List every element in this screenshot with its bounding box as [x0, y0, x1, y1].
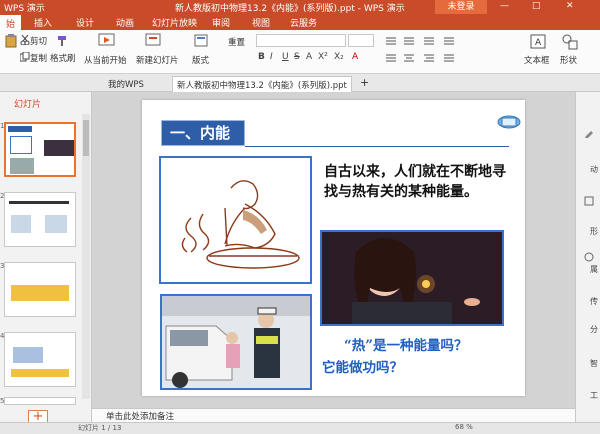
font-name-field[interactable]: [256, 34, 346, 47]
tab-slideshow[interactable]: 幻灯片放映: [152, 16, 197, 29]
bold-button[interactable]: B: [258, 52, 265, 62]
question-line-2: 它能做功吗？: [322, 360, 403, 376]
tab-my-wps[interactable]: 我的WPS: [104, 76, 148, 92]
superscript-button[interactable]: X²: [318, 52, 328, 62]
caveman-fire-image: [159, 156, 312, 284]
window-title: 新人教版初中物理13.2《内能》(系列版).ppt - WPS 演示: [175, 4, 405, 14]
slide-thumbnail-4[interactable]: [4, 332, 76, 387]
layout-button[interactable]: 版式: [192, 54, 209, 66]
thumbnail-scrollbar[interactable]: [82, 114, 90, 399]
smart-panel-label[interactable]: 智: [590, 358, 598, 369]
subscript-button[interactable]: X₂: [334, 52, 344, 62]
shape-panel-label[interactable]: 形: [590, 226, 598, 237]
tools-panel-label[interactable]: 工: [590, 390, 598, 401]
underline-button[interactable]: U: [282, 52, 289, 62]
italic-button[interactable]: I: [270, 52, 273, 62]
caveman-drawing: [181, 180, 300, 269]
slide-editor-canvas: 一、内能 自古以来，人们就在不断地寻找与热有关的某种能量。 “热”是一种能量吗？…: [92, 92, 575, 408]
share-panel-label[interactable]: 分: [590, 324, 598, 335]
title-bar: WPS 演示 新人教版初中物理13.2《内能》(系列版).ppt - WPS 演…: [0, 0, 600, 14]
textbox-button[interactable]: 文本框: [524, 54, 550, 66]
status-bar: 幻灯片 1 / 13 68 %: [0, 422, 600, 434]
tab-animation[interactable]: 动画: [116, 16, 134, 29]
maximize-button[interactable]: □: [532, 1, 541, 11]
edit-icon[interactable]: [584, 128, 594, 138]
font-color-button[interactable]: A: [352, 52, 358, 62]
slide[interactable]: 一、内能 自古以来，人们就在不断地寻找与热有关的某种能量。 “热”是一种能量吗？…: [142, 100, 525, 396]
format-painter-icon[interactable]: [56, 35, 68, 47]
question-line-1: “热”是一种能量吗？: [344, 338, 468, 354]
slide-counter: 幻灯片 1 / 13: [78, 424, 122, 432]
notes-pane[interactable]: 单击此处添加备注: [92, 408, 575, 422]
slide-body-text[interactable]: 自古以来，人们就在不断地寻找与热有关的某种能量。: [324, 162, 514, 202]
from-current-button[interactable]: 从当前开始: [84, 54, 127, 66]
property-panel-icon[interactable]: [584, 252, 594, 262]
font-effect-button[interactable]: A: [306, 52, 312, 62]
ribbon-toolbar: 剪切 复制 格式刷 从当前开始 新建幻灯片 版式 重置 B I U S A X²…: [0, 30, 600, 74]
textbox-icon[interactable]: A: [530, 34, 546, 50]
tab-view[interactable]: 视图: [252, 16, 270, 29]
slide-thumbnail-3[interactable]: [4, 262, 76, 317]
zoom-level[interactable]: 68 %: [455, 423, 473, 431]
font-size-field[interactable]: [348, 34, 374, 47]
format-painter-button[interactable]: 格式刷: [50, 52, 76, 64]
tab-design[interactable]: 设计: [76, 16, 94, 29]
logo-icon: [497, 115, 521, 129]
slide-thumbnail-2[interactable]: [4, 192, 76, 247]
strikethrough-button[interactable]: S: [294, 52, 300, 62]
menu-bar: 始 插入 设计 动画 幻灯片放映 审阅 视图 云服务: [0, 14, 600, 30]
right-task-panel: 动 形 属 传 分 智 工: [575, 92, 600, 422]
new-tab-button[interactable]: +: [356, 76, 373, 92]
slide-thumbnail-5[interactable]: [4, 397, 76, 405]
slides-tab-label[interactable]: 幻灯片: [14, 97, 41, 110]
minimize-button[interactable]: —: [500, 1, 509, 11]
app-name[interactable]: WPS 演示: [4, 1, 45, 14]
shape-button[interactable]: 形状: [560, 54, 577, 66]
title-underline: [245, 146, 509, 147]
copy-icon[interactable]: [20, 52, 30, 62]
layout-icon[interactable]: [194, 34, 208, 48]
girl-match-image: [320, 230, 504, 326]
tab-review[interactable]: 审阅: [212, 16, 230, 29]
slides-panel-header: 幻灯片: [0, 92, 92, 114]
document-tab-bar: 我的WPS 新人教版初中物理13.2《内能》(系列版).ppt +: [0, 74, 600, 92]
new-slide-icon[interactable]: [144, 32, 162, 50]
slide-question[interactable]: “热”是一种能量吗？ 它能做功吗？: [322, 335, 522, 379]
paragraph-tools-icon[interactable]: [384, 35, 504, 65]
shape-icon[interactable]: [562, 34, 578, 50]
tab-cloud[interactable]: 云服务: [290, 16, 317, 29]
transfer-panel-label[interactable]: 传: [590, 296, 598, 307]
property-panel-label[interactable]: 属: [590, 264, 598, 275]
copy-button[interactable]: 复制: [30, 52, 47, 64]
tab-insert[interactable]: 插入: [34, 16, 52, 29]
paste-icon[interactable]: [4, 34, 18, 48]
svg-text:A: A: [535, 38, 542, 48]
play-from-current-icon[interactable]: [98, 32, 116, 50]
notes-placeholder: 单击此处添加备注: [106, 412, 175, 422]
slide-thumbnail-1[interactable]: [4, 122, 76, 177]
scissors-icon[interactable]: [20, 35, 30, 45]
slide-title[interactable]: 一、内能: [161, 120, 245, 146]
girl-match-photo: [322, 232, 502, 324]
cut-button[interactable]: 剪切: [30, 35, 47, 47]
tab-current-document[interactable]: 新人教版初中物理13.2《内能》(系列版).ppt: [172, 76, 352, 92]
login-button[interactable]: 未登录: [435, 0, 487, 14]
animation-panel-label[interactable]: 动: [590, 164, 598, 175]
new-slide-button[interactable]: 新建幻灯片: [136, 54, 179, 66]
police-car-image: [160, 294, 312, 390]
close-button[interactable]: ✕: [566, 1, 574, 11]
slide-thumbnail-panel: 幻灯片 1 2 3 4 5 +: [0, 92, 92, 424]
tab-home[interactable]: 始: [0, 15, 22, 30]
police-car-photo: [162, 296, 310, 388]
reset-button[interactable]: 重置: [228, 36, 245, 48]
shape-panel-icon[interactable]: [584, 196, 594, 206]
